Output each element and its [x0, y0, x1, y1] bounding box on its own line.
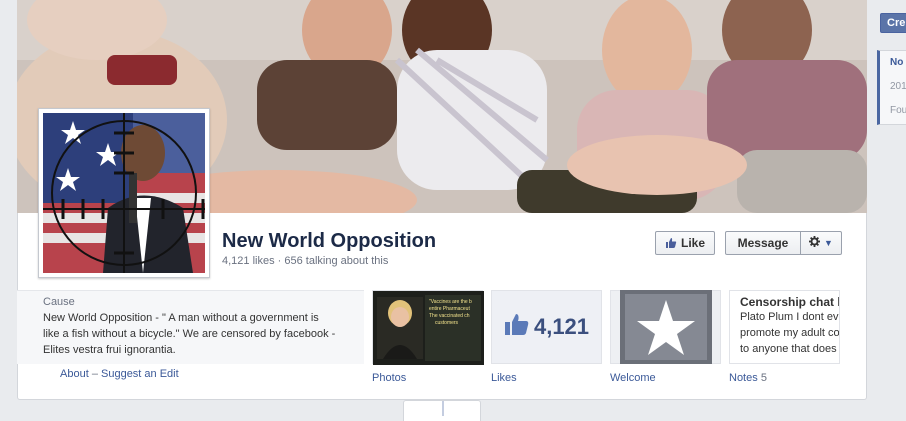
note-line: Plato Plum I dont eve [740, 311, 840, 323]
star-icon [619, 290, 712, 364]
rail-line[interactable]: No [880, 51, 906, 75]
likes-count: 4,121 [533, 314, 590, 339]
photo-tile-line: The vaccinated ch [429, 313, 470, 319]
profile-picture[interactable] [38, 108, 210, 278]
welcome-label[interactable]: Welcome [610, 372, 656, 384]
like-button-label: Like [680, 236, 705, 250]
chevron-down-icon: ▼ [824, 238, 833, 248]
notes-label[interactable]: Notes 5 [729, 372, 767, 384]
create-page-button[interactable]: Cre [880, 13, 906, 33]
suggest-edit-link[interactable]: Suggest an Edit [101, 368, 179, 380]
photo-tile-line: entire Pharmaceut [429, 306, 470, 312]
likes-tile[interactable]: 4,121 [491, 290, 602, 364]
photos-label[interactable]: Photos [372, 372, 406, 384]
note-line: to anyone that does [740, 343, 837, 355]
like-button[interactable]: Like [655, 231, 715, 255]
page-stats: 4,121 likes · 656 talking about this [222, 255, 389, 267]
timeline-start [403, 400, 481, 421]
likes-label[interactable]: Likes [491, 372, 517, 384]
page-title[interactable]: New World Opposition [222, 230, 436, 253]
photos-tile[interactable]: "Vaccines are the b entire Pharmaceut Th… [372, 290, 484, 365]
photo-tile-line: customers [435, 320, 459, 326]
welcome-tile[interactable] [610, 290, 721, 364]
about-links: About – Suggest an Edit [60, 368, 179, 380]
timeline-stem [442, 401, 444, 416]
photo-tile-line: "Vaccines are the b [429, 299, 472, 305]
thumbs-up-icon [504, 312, 530, 342]
link-separator: – [91, 368, 98, 380]
thumbs-up-icon [665, 237, 677, 249]
page-category: Cause [43, 296, 75, 308]
note-title: Censorship chat lo [740, 295, 840, 309]
page-description: New World Opposition - " A man without a… [43, 312, 336, 356]
note-line: promote my adult co [740, 327, 840, 339]
rail-line: Fou [890, 105, 906, 116]
right-rail-panel: No 201 Fou [877, 50, 906, 125]
notes-tile[interactable]: Censorship chat lo Plato Plum I dont eve… [729, 290, 840, 364]
app-label-text: Notes [729, 372, 758, 384]
settings-dropdown-button[interactable]: ▼ [800, 231, 842, 255]
about-box: Cause New World Opposition - " A man wit… [17, 290, 364, 364]
message-button[interactable]: Message [725, 231, 801, 255]
app-label-text: Photos [372, 372, 407, 384]
gear-icon [809, 236, 821, 250]
app-label-text: Welcome [610, 372, 656, 384]
about-link[interactable]: About [60, 368, 89, 380]
rail-line: 201 [890, 81, 906, 92]
app-label-text: Likes [491, 372, 517, 384]
message-button-label: Message [737, 236, 789, 250]
notes-count: 5 [760, 372, 767, 384]
